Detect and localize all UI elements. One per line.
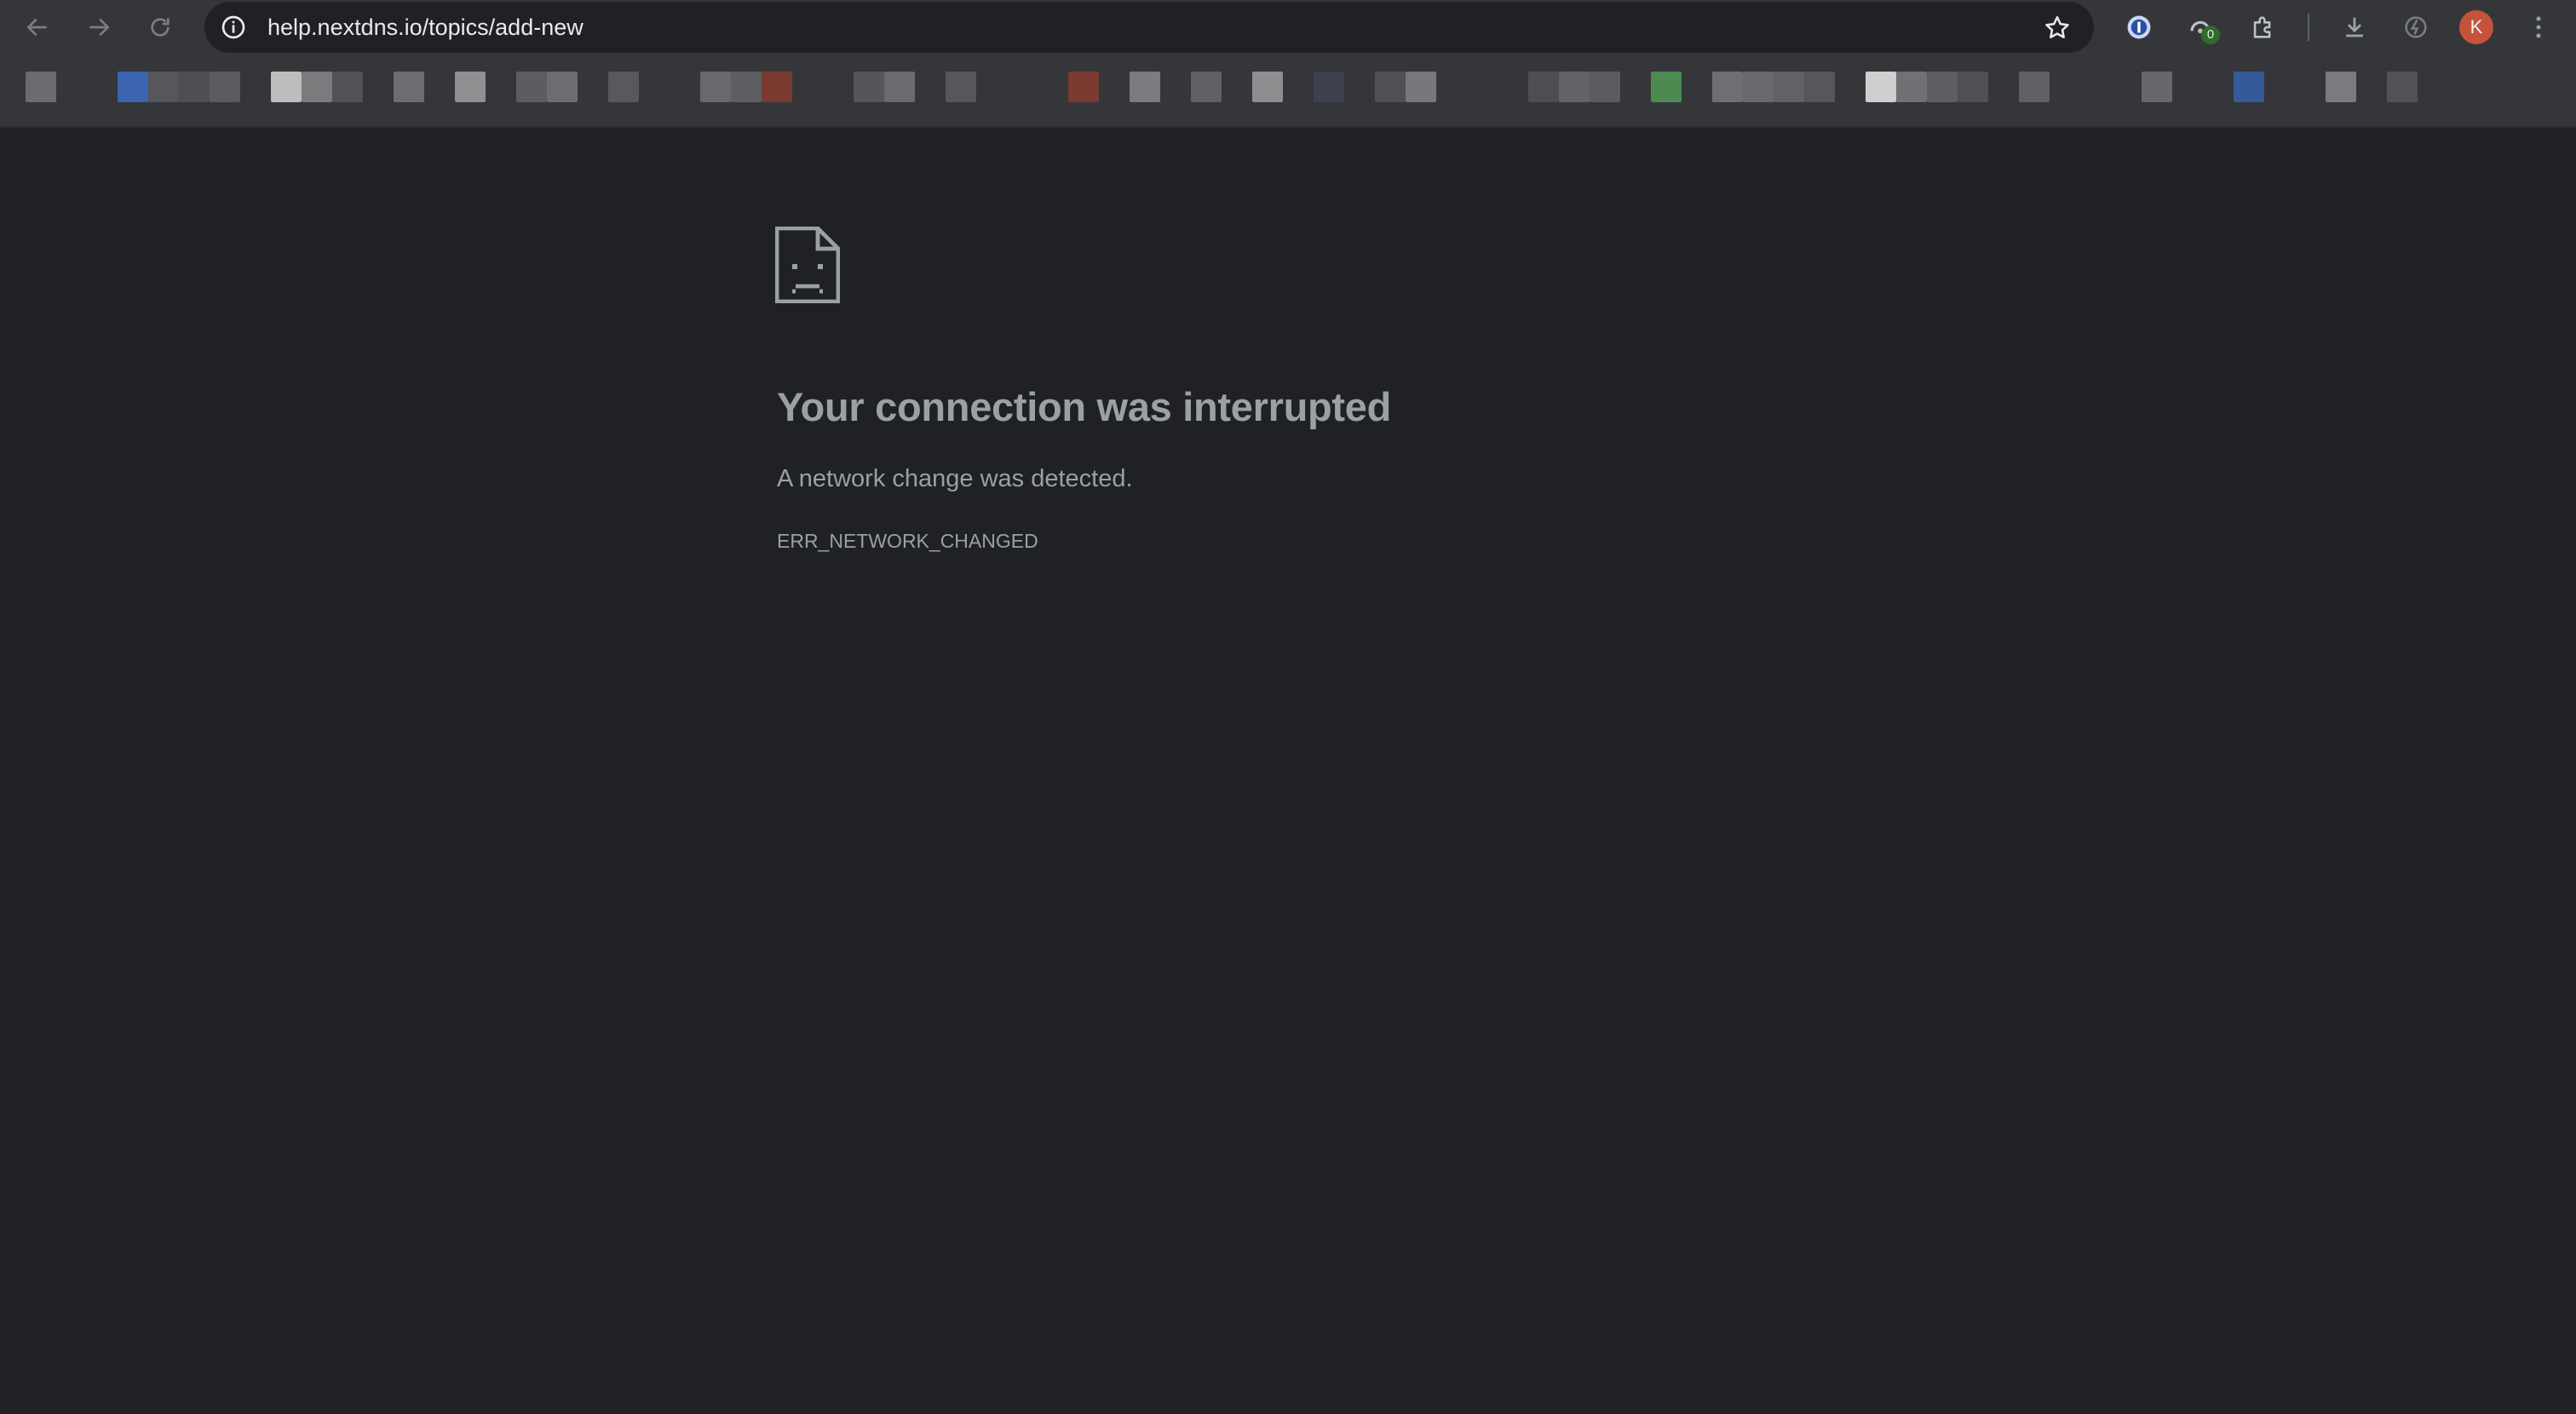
bookmark-favicon[interactable] <box>1068 72 1099 102</box>
sad-page-icon <box>775 227 840 303</box>
bookmark-star-icon[interactable] <box>2043 14 2072 43</box>
bookmark-favicon[interactable] <box>455 72 486 102</box>
bookmark-favicon[interactable] <box>210 72 240 102</box>
bookmark-favicon[interactable] <box>1314 72 1344 102</box>
password-manager-extension-icon[interactable] <box>2122 10 2156 44</box>
bookmark-favicon[interactable] <box>2019 72 2050 102</box>
bookmark-favicon[interactable] <box>332 72 363 102</box>
back-button[interactable] <box>19 9 56 46</box>
forward-button[interactable] <box>80 9 118 46</box>
bookmark-favicon[interactable] <box>1406 72 1436 102</box>
bookmark-favicon[interactable] <box>1191 72 1222 102</box>
bookmark-favicon[interactable] <box>179 72 210 102</box>
bookmark-favicon[interactable] <box>1866 72 1896 102</box>
menu-kebab-icon[interactable] <box>2521 10 2556 44</box>
bookmark-favicon[interactable] <box>547 72 578 102</box>
reload-button[interactable] <box>141 9 179 46</box>
bookmark-favicon[interactable] <box>1375 72 1406 102</box>
bookmark-favicon[interactable] <box>118 72 148 102</box>
bookmark-favicon[interactable] <box>700 72 731 102</box>
bookmark-favicon[interactable] <box>394 72 424 102</box>
bookmark-favicon[interactable] <box>1804 72 1835 102</box>
bookmark-favicon[interactable] <box>1590 72 1620 102</box>
bookmark-favicon[interactable] <box>1252 72 1283 102</box>
reload-icon <box>151 18 170 37</box>
error-code: ERR_NETWORK_CHANGED <box>777 530 1038 552</box>
site-info-icon[interactable] <box>220 14 247 41</box>
url-text[interactable]: help.nextdns.io/topics/add-new <box>267 2 584 53</box>
puzzle-extensions-icon[interactable] <box>2246 10 2280 44</box>
error-message: A network change was detected. <box>777 465 1133 492</box>
bookmark-favicon[interactable] <box>2326 72 2356 102</box>
bookmark-favicon[interactable] <box>1712 72 1743 102</box>
address-bar[interactable]: help.nextdns.io/topics/add-new <box>204 2 2094 53</box>
bookmarks-bar <box>0 55 2576 128</box>
bookmark-favicon[interactable] <box>884 72 915 102</box>
bookmark-favicon[interactable] <box>1528 72 1559 102</box>
bookmark-favicon[interactable] <box>26 72 56 102</box>
download-icon[interactable] <box>2337 10 2372 44</box>
performance-icon[interactable] <box>2399 10 2433 44</box>
bookmark-favicon[interactable] <box>2387 72 2418 102</box>
arrow-right-icon <box>89 18 110 37</box>
bookmark-favicon[interactable] <box>148 72 179 102</box>
bookmark-favicon[interactable] <box>2142 72 2172 102</box>
page-content <box>0 128 2576 1414</box>
bookmark-favicon[interactable] <box>1927 72 1958 102</box>
bookmark-favicon[interactable] <box>1559 72 1590 102</box>
profile-avatar[interactable]: K <box>2459 10 2493 44</box>
bookmark-favicon[interactable] <box>854 72 884 102</box>
bookmark-favicon[interactable] <box>1774 72 1804 102</box>
bookmark-favicon[interactable] <box>608 72 639 102</box>
bookmark-favicon[interactable] <box>271 72 302 102</box>
bookmark-favicon[interactable] <box>1743 72 1774 102</box>
browser-toolbar: help.nextdns.io/topics/add-new 0 K <box>0 0 2576 55</box>
bookmark-favicon[interactable] <box>1896 72 1927 102</box>
bookmark-favicon[interactable] <box>302 72 332 102</box>
bookmark-favicon[interactable] <box>1958 72 1988 102</box>
bookmark-favicon[interactable] <box>1130 72 1160 102</box>
bookmark-favicon[interactable] <box>1651 72 1682 102</box>
bookmark-favicon[interactable] <box>516 72 547 102</box>
bookmark-favicon[interactable] <box>731 72 762 102</box>
arrow-left-icon <box>26 18 47 37</box>
bookmark-favicon[interactable] <box>946 72 976 102</box>
extension-badge: 0 <box>2201 26 2220 44</box>
bookmark-favicon[interactable] <box>2234 72 2264 102</box>
toolbar-separator <box>2308 14 2309 41</box>
error-title: Your connection was interrupted <box>777 384 1392 429</box>
bookmark-favicon[interactable] <box>762 72 792 102</box>
